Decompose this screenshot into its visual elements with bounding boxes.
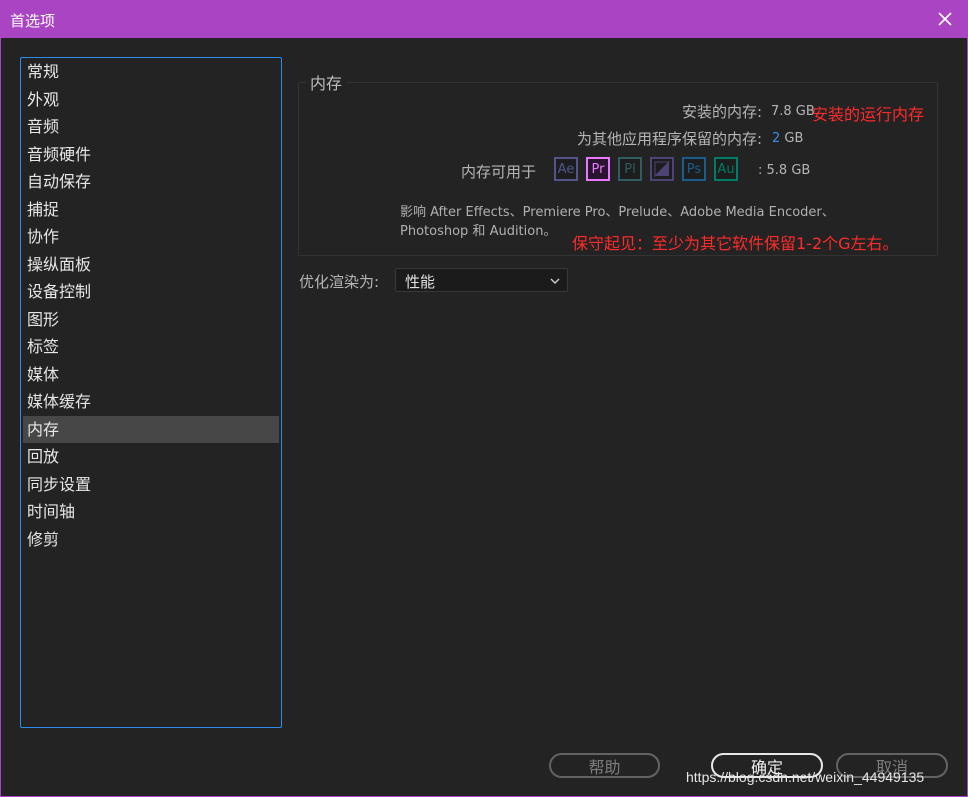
watermark: https://blog.csdn.net/weixin_44949135 xyxy=(686,769,925,785)
app-icon-row: Ae Pr Pl Ps Au xyxy=(554,157,738,181)
installed-memory-annotation: 安装的运行内存 xyxy=(812,105,925,124)
category-item[interactable]: 捕捉 xyxy=(23,196,279,224)
category-item[interactable]: 外观 xyxy=(23,86,279,114)
category-items: 常规 外观 音频 音频硬件 自动保存 捕捉 协作 操纵面板 设备控制 图形 标签 媒体 媒体缓存 内存 回放… xyxy=(23,58,279,553)
close-icon xyxy=(938,12,952,26)
preferences-category-list[interactable]: 常规 外观 音频 音频硬件 自动保存 捕捉 协作 操纵面板 设备控制 图形 标签 媒体 媒体缓存 内存 回放… xyxy=(20,57,282,728)
optimize-render-value: 性能 xyxy=(405,273,436,291)
category-item[interactable]: 同步设置 xyxy=(23,471,279,499)
memory-available-value: : 5.8 GB xyxy=(758,163,811,178)
after-effects-icon[interactable]: Ae xyxy=(554,157,578,181)
close-button[interactable] xyxy=(932,6,958,32)
category-item[interactable]: 时间轴 xyxy=(23,498,279,526)
category-item[interactable]: 协作 xyxy=(23,223,279,251)
optimize-render-select[interactable]: 性能 xyxy=(395,268,568,292)
memory-available-label: 内存可用于 xyxy=(461,163,537,181)
audition-icon[interactable]: Au xyxy=(714,157,738,181)
reserved-memory-value[interactable]: 2 xyxy=(772,131,780,146)
reserved-memory-field[interactable]: 2 GB xyxy=(772,131,803,146)
category-item[interactable]: 音频硬件 xyxy=(23,141,279,169)
category-item[interactable]: 常规 xyxy=(23,58,279,86)
category-item[interactable]: 标签 xyxy=(23,333,279,361)
installed-memory-label: 安装的内存: xyxy=(681,103,762,121)
title-bar: 首选项 xyxy=(0,0,968,38)
prelude-icon[interactable]: Pl xyxy=(618,157,642,181)
category-item[interactable]: 自动保存 xyxy=(23,168,279,196)
window-border-left xyxy=(0,38,1,797)
premiere-pro-icon[interactable]: Pr xyxy=(586,157,610,181)
category-item[interactable]: 修剪 xyxy=(23,526,279,554)
installed-memory-value: 7.8 GB xyxy=(771,104,815,119)
category-item[interactable]: 内存 xyxy=(23,415,279,443)
category-item[interactable]: 回放 xyxy=(23,443,279,471)
category-item[interactable]: 设备控制 xyxy=(23,278,279,306)
category-item[interactable]: 媒体 xyxy=(23,361,279,389)
window-title: 首选项 xyxy=(10,12,56,30)
photoshop-icon[interactable]: Ps xyxy=(682,157,706,181)
category-item[interactable]: 图形 xyxy=(23,306,279,334)
category-item[interactable]: 音频 xyxy=(23,113,279,141)
reserve-annotation: 保守起见：至少为其它软件保留1-2个G左右。 xyxy=(572,234,899,253)
media-encoder-icon[interactable] xyxy=(650,157,674,181)
category-item[interactable]: 媒体缓存 xyxy=(23,388,279,416)
reserved-memory-label: 为其他应用程序保留的内存: xyxy=(576,130,762,148)
affects-line-1: 影响 After Effects、Premiere Pro、Prelude、Ad… xyxy=(400,205,835,220)
category-item[interactable]: 操纵面板 xyxy=(23,251,279,279)
memory-group-title: 内存 xyxy=(306,70,347,94)
chevron-down-icon xyxy=(550,278,560,284)
optimize-render-label: 优化渲染为: xyxy=(299,273,380,291)
reserved-memory-unit: GB xyxy=(784,131,804,146)
help-button[interactable]: 帮助 xyxy=(549,753,660,778)
